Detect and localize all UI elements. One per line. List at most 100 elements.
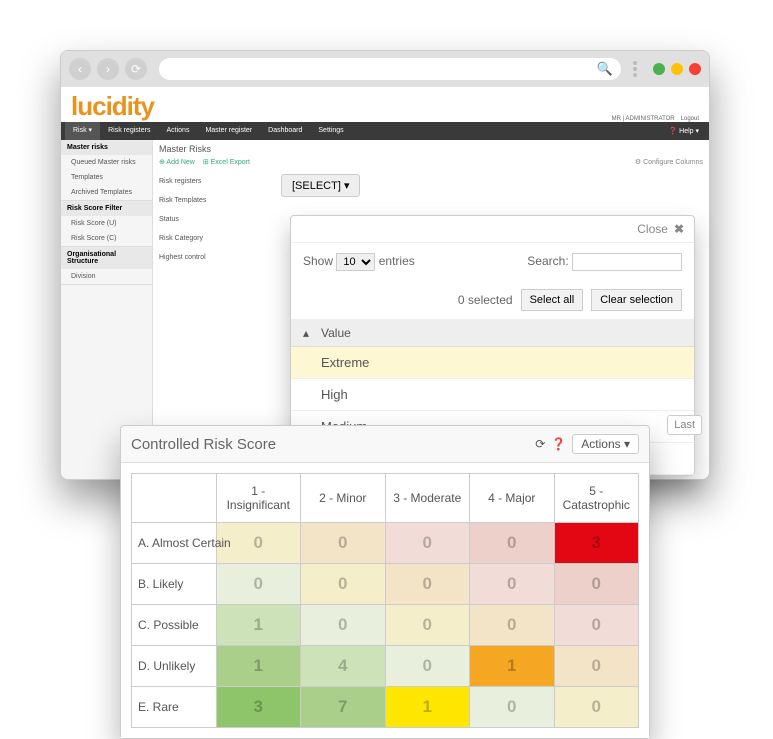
matrix-cell[interactable]: 0 <box>301 523 386 564</box>
sidebar-item-archived[interactable]: Archived Templates <box>61 185 152 200</box>
matrix-cell[interactable]: 1 <box>470 646 555 687</box>
matrix-cell[interactable]: 0 <box>216 564 301 605</box>
matrix-cell[interactable]: 0 <box>301 605 386 646</box>
matrix-cell[interactable]: 0 <box>554 687 639 728</box>
show-label: Show <box>303 254 333 268</box>
entries-label: entries <box>379 254 415 268</box>
nav-settings[interactable]: Settings <box>310 122 351 140</box>
traffic-green-icon <box>653 63 665 75</box>
row-label: E. Rare <box>132 687 217 728</box>
nav-dashboard[interactable]: Dashboard <box>260 122 310 140</box>
risk-matrix-table: 1 - Insignificant 2 - Minor 3 - Moderate… <box>131 473 639 728</box>
matrix-toolbar: ⟳ ❓ Actions ▾ <box>535 434 639 454</box>
sidebar-head-master: Master risks <box>61 140 152 155</box>
matrix-header-row: 1 - Insignificant 2 - Minor 3 - Moderate… <box>132 474 639 523</box>
col-catastrophic: 5 - Catastrophic <box>554 474 639 523</box>
sort-icon[interactable]: ▴ <box>303 326 309 340</box>
matrix-cell[interactable]: 0 <box>385 523 470 564</box>
matrix-row: E. Rare37100 <box>132 687 639 728</box>
close-icon[interactable]: ✖ <box>674 222 684 236</box>
actions-label: Actions ▾ <box>581 437 630 451</box>
matrix-cell[interactable]: 0 <box>554 564 639 605</box>
value-option-high[interactable]: High <box>291 379 694 411</box>
filter-risk-registers[interactable]: Risk registers <box>159 172 703 191</box>
logout-link[interactable]: Logout <box>681 116 699 122</box>
menu-dots-icon[interactable] <box>633 61 637 77</box>
refresh-icon[interactable]: ⟳ <box>535 437 545 451</box>
configure-columns-button[interactable]: ⚙ Configure Columns <box>635 158 703 166</box>
popup-header: Close ✖ <box>291 216 694 243</box>
matrix-row: D. Unlikely14010 <box>132 646 639 687</box>
matrix-body: 1 - Insignificant 2 - Minor 3 - Moderate… <box>121 463 649 738</box>
back-button[interactable]: ‹ <box>69 58 91 80</box>
row-label: D. Unlikely <box>132 646 217 687</box>
sidebar-item-score-u[interactable]: Risk Score (U) <box>61 216 152 231</box>
reload-button[interactable]: ⟳ <box>125 58 147 80</box>
forward-button[interactable]: › <box>97 58 119 80</box>
col-moderate: 3 - Moderate <box>385 474 470 523</box>
logo: lucidity <box>71 91 154 122</box>
matrix-cell[interactable]: 0 <box>470 523 555 564</box>
value-option-extreme[interactable]: Extreme <box>291 347 694 379</box>
matrix-cell[interactable]: 0 <box>385 605 470 646</box>
help-icon[interactable]: ❓ <box>551 437 566 451</box>
sidebar-section-org: Organisational Structure Division <box>61 247 152 285</box>
matrix-cell[interactable]: 4 <box>301 646 386 687</box>
nav-risk[interactable]: Risk ▾ <box>65 122 100 140</box>
sidebar-head-riskscore: Risk Score Filter <box>61 201 152 216</box>
sidebar-item-queued[interactable]: Queued Master risks <box>61 155 152 170</box>
main-toolbar: ⊕ Add New ⊞ Excel Export ⚙ Configure Col… <box>159 158 703 166</box>
nav-help[interactable]: ❓ Help ▾ <box>662 127 705 135</box>
matrix-cell[interactable]: 0 <box>301 564 386 605</box>
value-header-label: Value <box>321 326 351 340</box>
excel-export-button[interactable]: ⊞ Excel Export <box>203 158 250 166</box>
top-nav: Risk ▾ Risk registers Actions Master reg… <box>61 122 709 140</box>
select-dropdown-button[interactable]: [SELECT] ▾ <box>281 174 360 197</box>
clear-selection-button[interactable]: Clear selection <box>591 289 682 311</box>
matrix-cell[interactable]: 3 <box>554 523 639 564</box>
pagination-last-button[interactable]: Last <box>667 415 702 435</box>
filter-risk-templates[interactable]: Risk Templates <box>159 191 703 210</box>
popup-selection-row: 0 selected Select all Clear selection <box>291 281 694 320</box>
matrix-row: A. Almost Certain00003 <box>132 523 639 564</box>
matrix-cell[interactable]: 1 <box>385 687 470 728</box>
value-column-header[interactable]: ▴ Value <box>291 320 694 347</box>
matrix-cell[interactable]: 0 <box>554 646 639 687</box>
browser-toolbar: ‹ › ⟳ 🔍 <box>61 51 709 87</box>
sidebar-item-templates[interactable]: Templates <box>61 170 152 185</box>
row-label: A. Almost Certain <box>132 523 217 564</box>
matrix-cell[interactable]: 3 <box>216 687 301 728</box>
url-bar[interactable]: 🔍 <box>159 58 621 80</box>
window-traffic-lights <box>653 63 701 75</box>
nav-risk-registers[interactable]: Risk registers <box>100 122 158 140</box>
nav-master-register[interactable]: Master register <box>197 122 260 140</box>
add-new-button[interactable]: ⊕ Add New <box>159 158 195 166</box>
matrix-title: Controlled Risk Score <box>131 436 276 453</box>
matrix-row: B. Likely00000 <box>132 564 639 605</box>
matrix-cell[interactable]: 0 <box>470 687 555 728</box>
matrix-cell[interactable]: 0 <box>385 646 470 687</box>
search-icon: 🔍 <box>597 61 613 77</box>
col-major: 4 - Major <box>470 474 555 523</box>
col-insignificant: 1 - Insignificant <box>216 474 301 523</box>
matrix-cell[interactable]: 0 <box>554 605 639 646</box>
matrix-cell[interactable]: 0 <box>470 605 555 646</box>
sidebar-item-division[interactable]: Division <box>61 269 152 284</box>
row-label: B. Likely <box>132 564 217 605</box>
page-size-select[interactable]: 10 <box>336 253 375 271</box>
risk-matrix-panel: Controlled Risk Score ⟳ ❓ Actions ▾ 1 - … <box>120 425 650 739</box>
actions-dropdown[interactable]: Actions ▾ <box>572 434 639 454</box>
close-label[interactable]: Close <box>637 222 668 236</box>
matrix-header: Controlled Risk Score ⟳ ❓ Actions ▾ <box>121 426 649 463</box>
matrix-cell[interactable]: 1 <box>216 605 301 646</box>
nav-actions[interactable]: Actions <box>158 122 197 140</box>
traffic-red-icon <box>689 63 701 75</box>
matrix-cell[interactable]: 7 <box>301 687 386 728</box>
matrix-cell[interactable]: 0 <box>385 564 470 605</box>
sidebar-item-score-c[interactable]: Risk Score (C) <box>61 231 152 246</box>
select-all-button[interactable]: Select all <box>521 289 584 311</box>
search-input[interactable] <box>572 253 682 271</box>
matrix-cell[interactable]: 0 <box>470 564 555 605</box>
popup-controls-row: Show 10 entries Search: <box>291 243 694 281</box>
matrix-cell[interactable]: 1 <box>216 646 301 687</box>
